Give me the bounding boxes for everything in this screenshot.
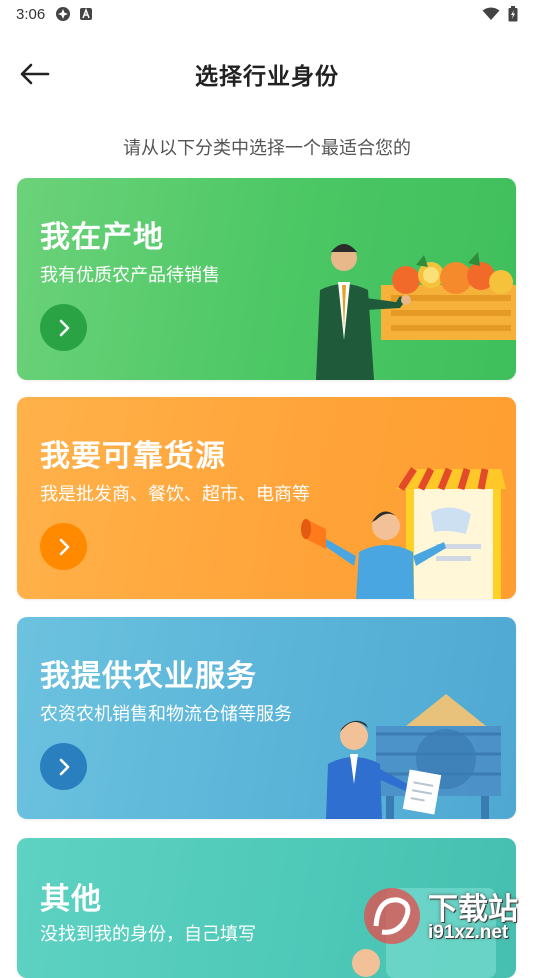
card-description: 农资农机销售和物流仓储等服务 bbox=[40, 704, 292, 725]
identity-card-buyer[interactable]: 我要可靠货源 我是批发商、餐饮、超市、电商等 bbox=[17, 397, 516, 599]
buyer-next-button[interactable] bbox=[40, 523, 87, 570]
watermark-url: i91xz.net bbox=[428, 922, 509, 943]
watermark-logo-icon bbox=[364, 888, 420, 944]
origin-next-button[interactable] bbox=[40, 304, 87, 351]
card-description: 我有优质农产品待销售 bbox=[40, 265, 220, 286]
card-title: 其他 bbox=[40, 882, 102, 917]
back-button[interactable] bbox=[16, 58, 52, 90]
status-bar: 3:06 bbox=[0, 0, 534, 28]
battery-icon bbox=[508, 6, 518, 22]
chevron-right-icon bbox=[59, 758, 69, 775]
wifi-icon bbox=[482, 7, 500, 20]
merchant-illustration bbox=[301, 467, 506, 599]
identity-card-service[interactable]: 我提供农业服务 农资农机销售和物流仓储等服务 bbox=[17, 617, 516, 819]
page-subtitle: 请从以下分类中选择一个最适合您的 bbox=[123, 138, 411, 159]
card-title: 我要可靠货源 bbox=[40, 439, 226, 474]
service-next-button[interactable] bbox=[40, 743, 87, 790]
header: 选择行业身份 bbox=[0, 44, 534, 104]
status-time: 3:06 bbox=[16, 5, 46, 23]
card-description: 我是批发商、餐饮、超市、电商等 bbox=[40, 484, 310, 505]
chevron-right-icon bbox=[59, 538, 69, 555]
service-provider-illustration bbox=[326, 694, 501, 819]
page-title: 选择行业身份 bbox=[195, 64, 339, 90]
card-description: 没找到我的身份，自己填写 bbox=[40, 924, 256, 945]
card-title: 我在产地 bbox=[40, 220, 164, 255]
arrow-left-icon bbox=[20, 63, 50, 85]
chevron-right-icon bbox=[59, 319, 69, 336]
app-notification-icon bbox=[56, 7, 71, 21]
app-a-notification-icon bbox=[80, 7, 93, 20]
identity-card-origin[interactable]: 我在产地 我有优质农产品待销售 bbox=[17, 178, 516, 380]
farmer-illustration bbox=[316, 244, 516, 380]
site-watermark: 下载站 i91xz.net bbox=[358, 882, 534, 950]
card-title: 我提供农业服务 bbox=[40, 659, 257, 694]
